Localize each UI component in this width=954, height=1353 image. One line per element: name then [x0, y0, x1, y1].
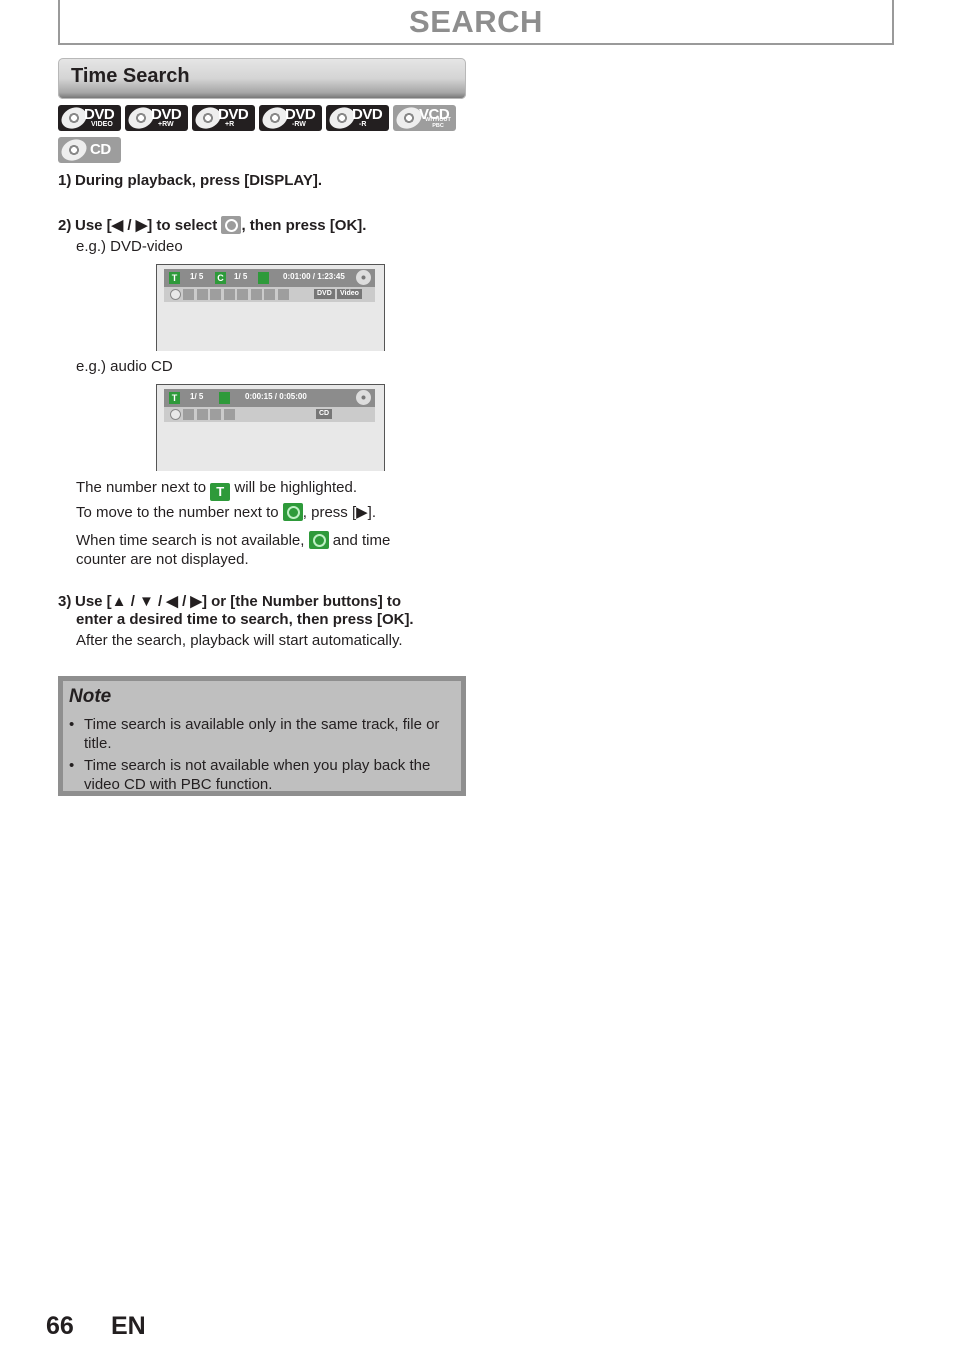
repeat-icon[interactable]: [197, 409, 208, 420]
badge-dvd-minus-r: DVD -R: [325, 103, 389, 133]
disc-icon: [57, 135, 91, 165]
clock-icon: [308, 531, 329, 549]
badge-cd: CD: [57, 135, 121, 165]
chapter-icon: C: [215, 272, 226, 284]
page-title: SEARCH: [409, 4, 543, 39]
section-header: Time Search: [58, 58, 466, 99]
info-line-1: The number next to T will be highlighted…: [76, 479, 357, 501]
info-line-3: When time search is not available, and t…: [76, 531, 391, 549]
step-3: 3) Use [▲ / ▼ / ◀ / ▶] or [the Number but…: [58, 593, 402, 610]
note-item: • Time search is not available when you …: [69, 757, 431, 793]
time-search-icon[interactable]: [170, 289, 181, 300]
step-3-line-2: enter a desired time to search, then pre…: [76, 611, 414, 628]
step-2: 2) Use [◀ / ▶] to select , then press [OK…: [58, 216, 367, 234]
title-counter: 1/ 5: [190, 272, 204, 281]
note-item: • Time search is available only in the s…: [69, 716, 440, 752]
example-label-dvd: e.g.) DVD-video: [76, 238, 183, 255]
step-3-subtext: After the search, playback will start au…: [76, 632, 403, 649]
osd-menu-bar: DVD Video: [164, 287, 375, 302]
osd-info-bar: T 1/ 5 0:00:15 / 0:05:00: [164, 389, 375, 407]
time-search-icon[interactable]: [170, 409, 181, 420]
badge-dvd-plus-r: DVD +R: [191, 103, 255, 133]
angle-icon[interactable]: [210, 289, 221, 300]
disc-compatibility-badges: DVD VIDEO DVD +RW DVD +R DVD -RW DVD -R VCD WITHOUT…: [57, 103, 468, 169]
disc-type-tag: DVD: [314, 289, 335, 299]
surround-icon[interactable]: [224, 409, 235, 420]
badge-dvd-minus-rw: DVD -RW: [258, 103, 322, 133]
badge-dvd-plus-rw: DVD +RW: [124, 103, 188, 133]
page-header: SEARCH: [58, 0, 894, 45]
track-counter: 1/ 5: [190, 392, 204, 401]
time-counter: 0:01:00 / 1:23:45: [283, 272, 345, 281]
marker-icon[interactable]: [210, 409, 221, 420]
badge-vcd-without-pbc: VCD WITHOUT PBC: [392, 103, 456, 133]
note-title: Note: [69, 686, 112, 707]
info-line-2: To move to the number next to , press [▶…: [76, 503, 377, 521]
disc-type-tag: CD: [316, 409, 333, 419]
zoom-icon[interactable]: [264, 289, 275, 300]
badge-dvd-video: DVD VIDEO: [57, 103, 121, 133]
disc-status-icon: [356, 390, 371, 405]
clock-icon: [258, 272, 269, 284]
title-icon: T: [210, 483, 231, 501]
time-counter: 0:00:15 / 0:05:00: [245, 392, 307, 401]
surround-icon[interactable]: [278, 289, 289, 300]
title-icon: T: [169, 272, 180, 284]
format-tag: Video: [337, 289, 362, 299]
language-code: EN: [111, 1312, 146, 1340]
osd-info-bar: T 1/ 5 C 1/ 5 0:01:00 / 1:23:45: [164, 269, 375, 287]
marker-icon[interactable]: [237, 289, 248, 300]
track-icon: T: [169, 392, 180, 404]
clock-icon: [219, 392, 230, 404]
osd-screen-cd: T 1/ 5 0:00:15 / 0:05:00 CD: [156, 384, 385, 471]
page-number: 66: [46, 1312, 74, 1340]
audio-icon[interactable]: [183, 409, 194, 420]
note-box: Note • Time search is available only in …: [58, 676, 466, 796]
osd-menu-bar: CD: [164, 407, 375, 422]
step-1: 1) During playback, press [DISPLAY].: [58, 172, 323, 189]
section-title: Time Search: [71, 65, 190, 87]
time-search-icon: [221, 216, 242, 234]
info-line-4: counter are not displayed.: [76, 551, 249, 568]
audio-icon[interactable]: [183, 289, 194, 300]
disc-status-icon: [356, 270, 371, 285]
subtitle-icon[interactable]: [197, 289, 208, 300]
example-label-cd: e.g.) audio CD: [76, 358, 173, 375]
repeat-icon[interactable]: [224, 289, 235, 300]
osd-screen-dvd: T 1/ 5 C 1/ 5 0:01:00 / 1:23:45 DVD Vide…: [156, 264, 385, 351]
noise-reduction-icon[interactable]: [251, 289, 262, 300]
chapter-counter: 1/ 5: [234, 272, 248, 281]
clock-icon: [282, 503, 303, 521]
